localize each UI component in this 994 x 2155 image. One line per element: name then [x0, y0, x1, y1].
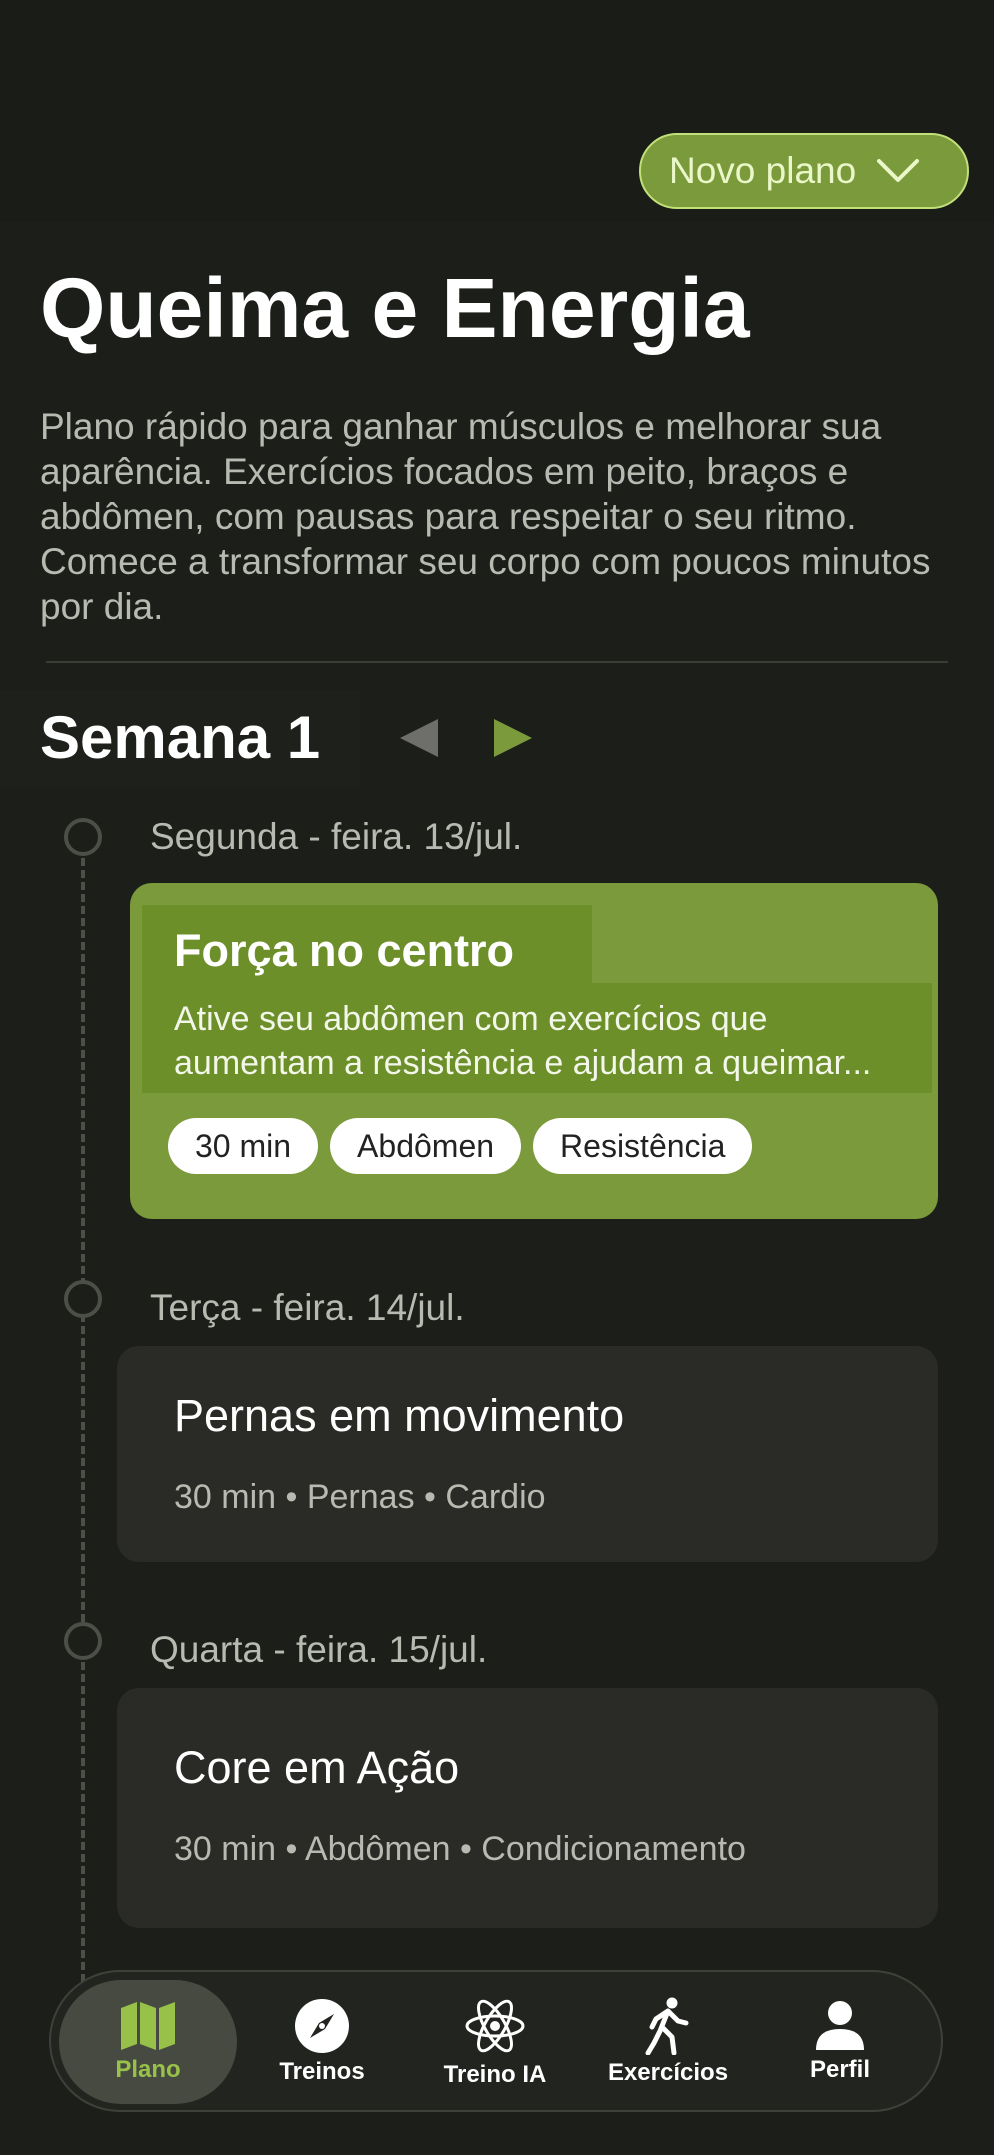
bottom-nav: Plano Treinos Treino IA Exercícios Perfi… [49, 1970, 943, 2112]
timeline-dot [64, 1622, 102, 1660]
triangle-left-icon[interactable] [396, 715, 442, 761]
walking-person-icon [645, 1997, 689, 2055]
atom-icon [465, 1999, 525, 2053]
nav-item-perfil[interactable]: Perfil [755, 1980, 925, 2104]
workout-title: Core em Ação [174, 1742, 460, 1793]
nav-label: Treinos [279, 2058, 365, 2085]
new-plan-label: Novo plano [669, 150, 857, 191]
divider [46, 661, 948, 663]
workout-meta: 30 min • Abdômen • Condicionamento [174, 1830, 746, 1868]
workout-title: Força no centro [174, 925, 515, 976]
map-icon [121, 2002, 175, 2050]
plan-description: Plano rápido para ganhar músculos e melh… [40, 406, 931, 627]
person-icon [816, 2001, 864, 2050]
nav-label: Exercícios [607, 2059, 729, 2086]
week-title: Semana 1 [40, 704, 321, 771]
day-label: Segunda - feira. 13/jul. [150, 816, 523, 857]
timeline-dot [64, 1280, 102, 1318]
triangle-right-icon[interactable] [490, 715, 536, 761]
workout-card[interactable]: Pernas em movimento 30 min • Pernas • Ca… [117, 1346, 938, 1562]
tag-muscle: Abdômen [330, 1118, 522, 1174]
day-label: Quarta - feira. 15/jul. [150, 1629, 488, 1670]
new-plan-button[interactable]: Novo plano [639, 133, 969, 209]
nav-label: Treino IA [443, 2061, 547, 2088]
nav-item-exercicios[interactable]: Exercícios [583, 1980, 753, 2104]
chevron-down-icon [877, 159, 920, 182]
tag-duration: 30 min [168, 1118, 319, 1174]
workout-tags: 30 min Abdômen Resistência [168, 1118, 753, 1174]
workout-card-active[interactable]: Força no centro Ative seu abdômen com ex… [130, 883, 938, 1219]
nav-label: Plano [115, 2056, 181, 2083]
timeline-dot [64, 818, 102, 856]
tag-type: Resistência [533, 1118, 753, 1174]
compass-icon [295, 1999, 349, 2053]
workout-meta: 30 min • Pernas • Cardio [174, 1478, 546, 1516]
workout-description: Ative seu abdômen com exercícios que aum… [174, 1000, 872, 1082]
day-label: Terça - feira. 14/jul. [150, 1287, 465, 1328]
workout-title: Pernas em movimento [174, 1390, 625, 1441]
nav-label: Perfil [809, 2056, 871, 2083]
page-title: Queima e Energia [40, 261, 750, 355]
timeline-line [81, 858, 85, 2018]
nav-item-plano[interactable]: Plano [59, 1980, 237, 2104]
workout-card[interactable]: Core em Ação 30 min • Abdômen • Condicio… [117, 1688, 938, 1928]
nav-item-treinos[interactable]: Treinos [237, 1980, 407, 2104]
nav-item-treino-ia[interactable]: Treino IA [410, 1980, 580, 2104]
